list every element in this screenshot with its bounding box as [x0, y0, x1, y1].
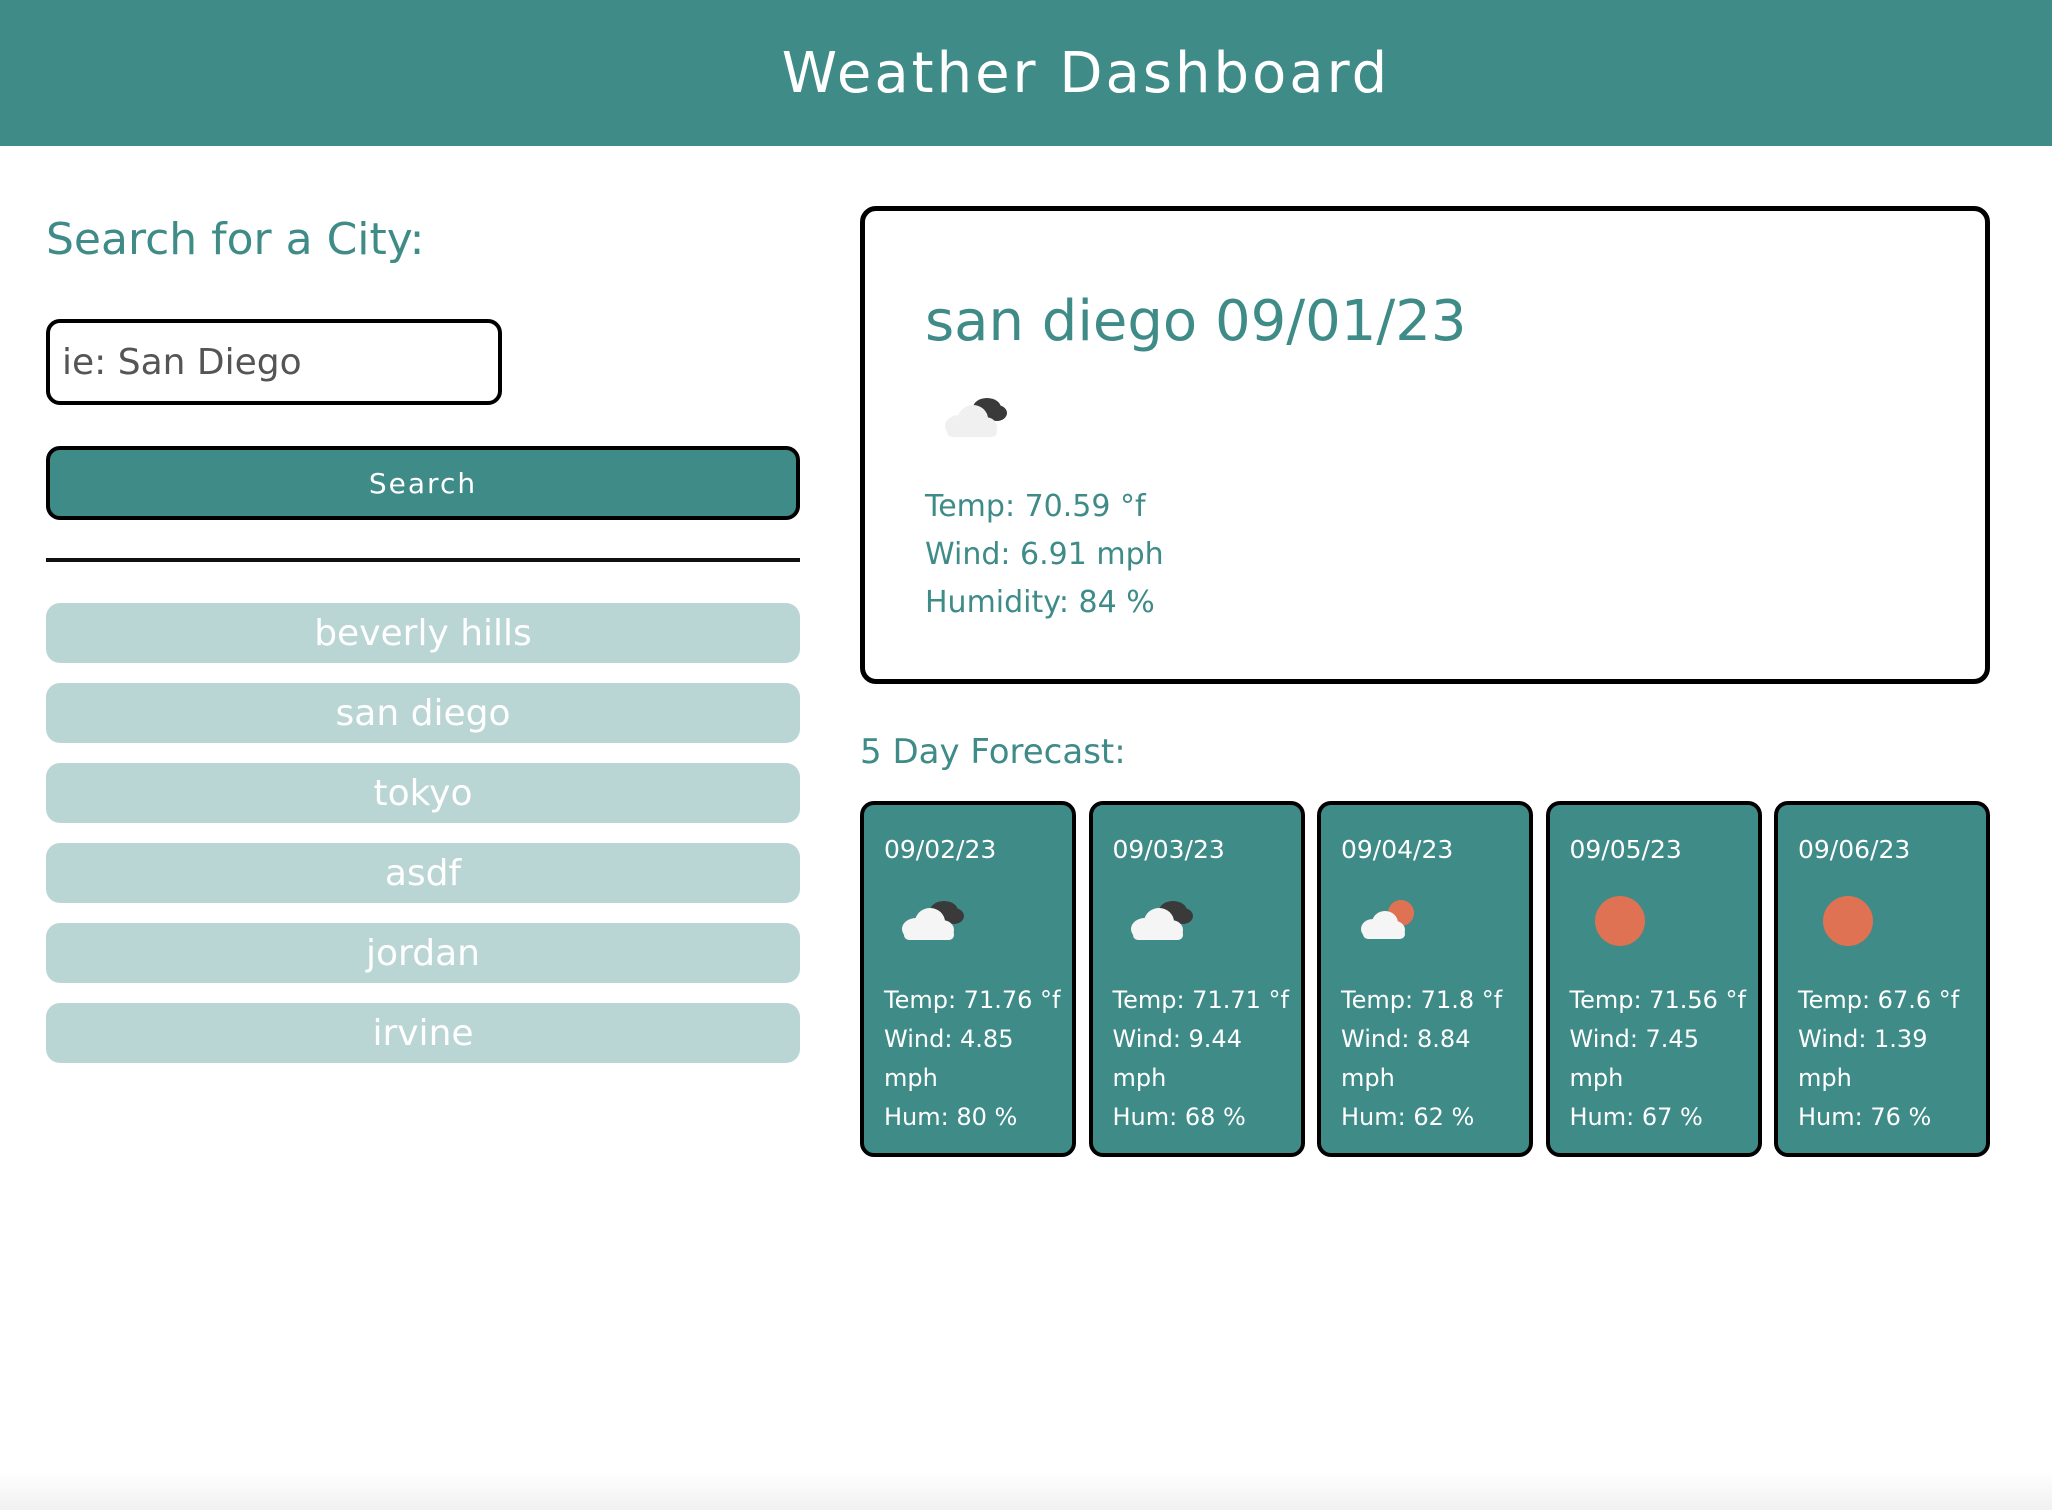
- current-weather-card: san diego 09/01/23 Temp: 70.59 °f Wind: …: [860, 206, 1990, 684]
- forecast-humidity: Hum: 67 %: [1569, 1103, 1703, 1131]
- history-item-tokyo[interactable]: tokyo: [46, 763, 800, 823]
- forecast-humidity: Hum: 68 %: [1112, 1103, 1246, 1131]
- page-title: Weather Dashboard: [781, 40, 1391, 106]
- forecast-date: 09/02/23: [884, 835, 997, 864]
- forecast-humidity: Hum: 76 %: [1798, 1103, 1932, 1131]
- forecast-date: 09/03/23: [1112, 835, 1225, 864]
- broken-clouds-icon: [902, 901, 964, 940]
- forecast-date: 09/04/23: [1341, 835, 1454, 864]
- broken-clouds-icon: [945, 398, 1007, 437]
- history-item-asdf[interactable]: asdf: [46, 843, 800, 903]
- forecast-wind: Wind: 9.44 mph: [1112, 1025, 1242, 1092]
- forecast-stats: Temp: 71.76 °f Wind: 4.85 mph Hum: 80 %: [884, 981, 1064, 1137]
- forecast-humidity: Hum: 62 %: [1341, 1103, 1475, 1131]
- forecast-temp: Temp: 71.56 °f: [1569, 986, 1746, 1014]
- current-temp: Temp: 70.59 °f: [925, 489, 1146, 524]
- broken-clouds-icon: [1130, 901, 1193, 940]
- forecast-temp: Temp: 71.71 °f: [1112, 986, 1289, 1014]
- history-item-beverly-hills[interactable]: beverly hills: [46, 603, 800, 663]
- search-heading: Search for a City:: [46, 214, 425, 265]
- forecast-card: 09/05/23 Temp: 71.56 °f Wind: 7.45 mph H…: [1545, 801, 1762, 1157]
- clear-sky-icon: [1594, 896, 1645, 946]
- forecast-card: 09/02/23 Temp: 71.76 °f Wind: 4.85 mph H…: [860, 801, 1076, 1157]
- history-item-jordan[interactable]: jordan: [46, 923, 800, 983]
- forecast-card: 09/04/23 Temp: 71.8 °f Wind: 8.84 mph Hu…: [1317, 801, 1533, 1157]
- divider: [46, 558, 800, 562]
- forecast-wind: Wind: 1.39 mph: [1798, 1025, 1928, 1092]
- forecast-temp: Temp: 67.6 °f: [1798, 986, 1960, 1014]
- forecast-card: 09/03/23 Temp: 71.71 °f Wind: 9.44 mph H…: [1088, 801, 1305, 1157]
- search-history-list: beverly hills san diego tokyo asdf jorda…: [46, 603, 800, 1083]
- current-humidity: Humidity: 84 %: [925, 585, 1155, 620]
- forecast-date: 09/05/23: [1569, 835, 1682, 864]
- clear-sky-icon: [1823, 896, 1873, 946]
- forecast-card: 09/06/23 Temp: 67.6 °f Wind: 1.39 mph Hu…: [1774, 801, 1990, 1157]
- forecast-wind: Wind: 8.84 mph: [1341, 1025, 1471, 1092]
- history-item-irvine[interactable]: irvine: [46, 1003, 800, 1063]
- forecast-stats: Temp: 71.56 °f Wind: 7.45 mph Hum: 67 %: [1570, 981, 1750, 1137]
- forecast-wind: Wind: 7.45 mph: [1569, 1025, 1699, 1092]
- search-button[interactable]: Search: [46, 446, 800, 520]
- forecast-temp: Temp: 71.8 °f: [1341, 986, 1503, 1014]
- forecast-stats: Temp: 67.6 °f Wind: 1.39 mph Hum: 76 %: [1798, 981, 1978, 1137]
- page-header: Weather Dashboard: [0, 0, 2052, 146]
- forecast-temp: Temp: 71.76 °f: [884, 986, 1061, 1014]
- city-search-input[interactable]: [46, 319, 502, 405]
- page-bottom-edge: [0, 1470, 2052, 1510]
- forecast-stats: Temp: 71.71 °f Wind: 9.44 mph Hum: 68 %: [1113, 981, 1293, 1137]
- forecast-wind: Wind: 4.85 mph: [884, 1025, 1014, 1092]
- forecast-stats: Temp: 71.8 °f Wind: 8.84 mph Hum: 62 %: [1341, 981, 1521, 1137]
- current-wind: Wind: 6.91 mph: [925, 537, 1164, 572]
- partly-cloudy-icon: [1361, 900, 1414, 939]
- history-item-san-diego[interactable]: san diego: [46, 683, 800, 743]
- current-stats: Temp: 70.59 °f Wind: 6.91 mph Humidity: …: [925, 483, 1164, 627]
- forecast-heading: 5 Day Forecast:: [860, 732, 1126, 772]
- forecast-humidity: Hum: 80 %: [884, 1103, 1018, 1131]
- current-city-title: san diego 09/01/23: [925, 289, 1467, 354]
- forecast-date: 09/06/23: [1798, 835, 1911, 864]
- forecast-row: 09/02/23 Temp: 71.76 °f Wind: 4.85 mph H…: [860, 801, 1990, 1157]
